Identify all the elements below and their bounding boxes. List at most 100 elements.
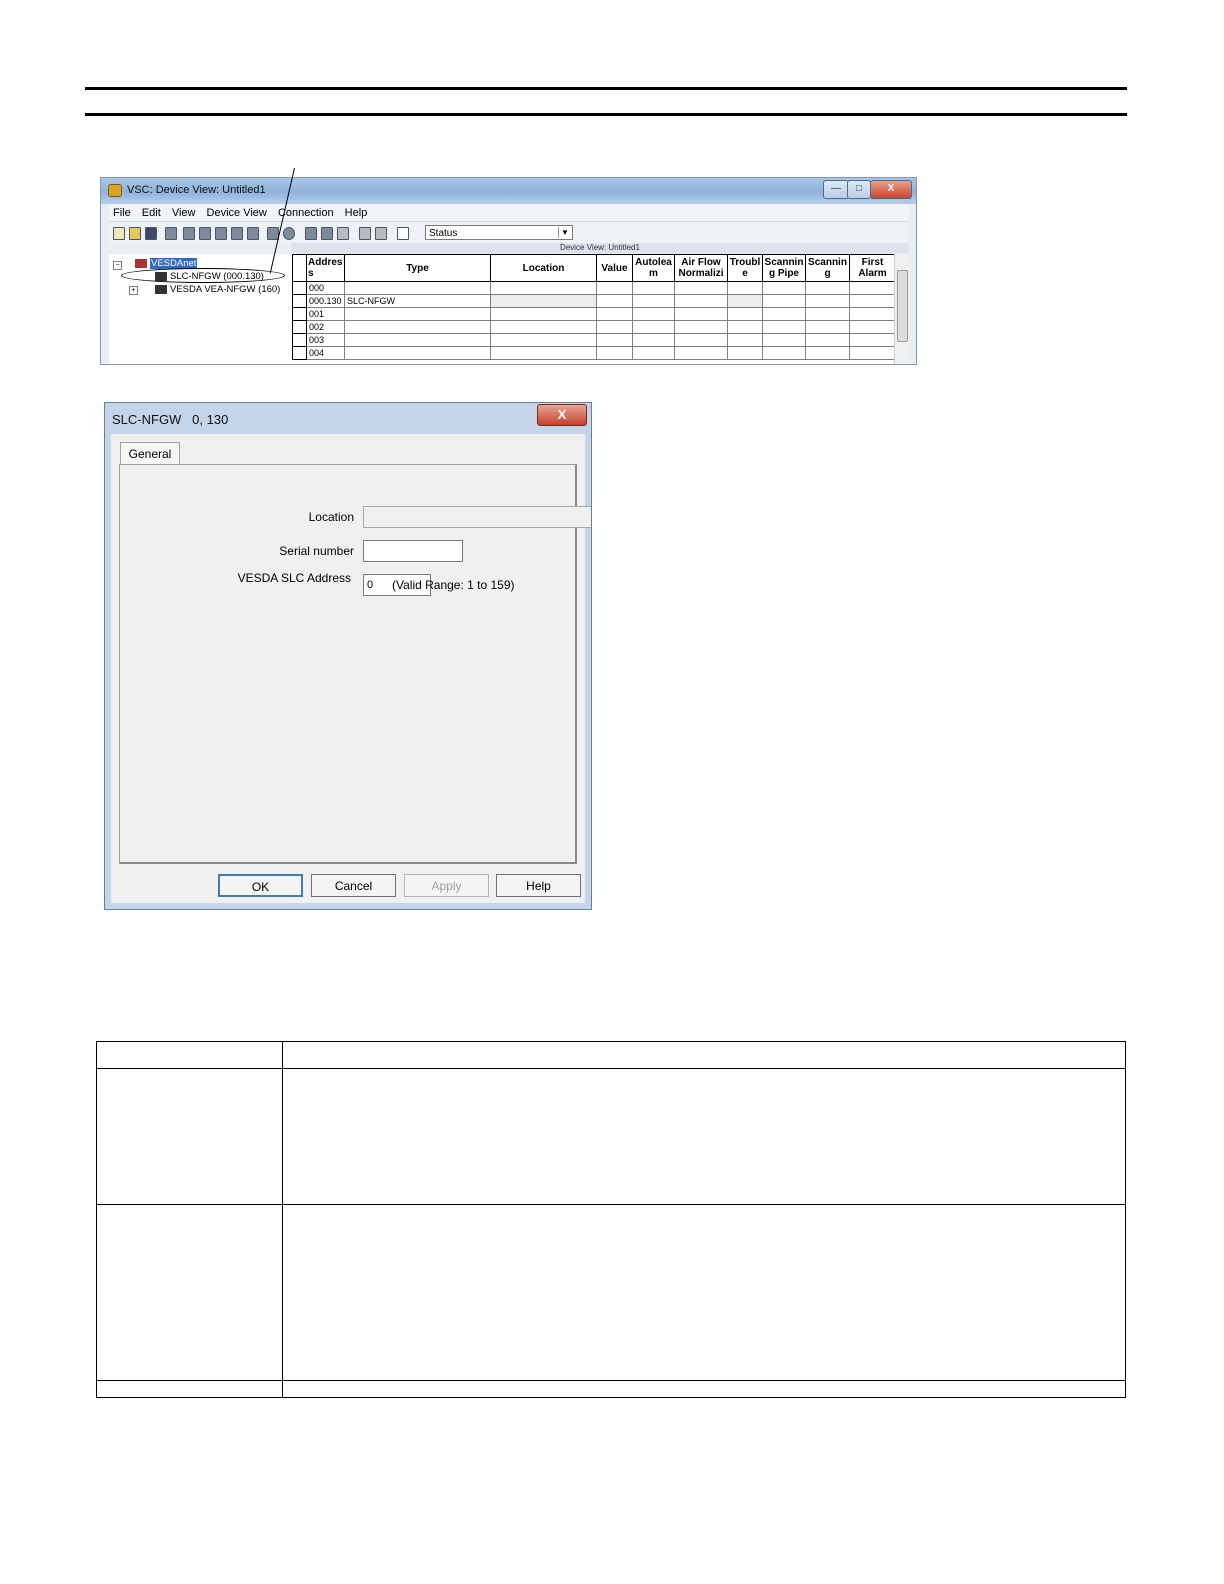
collapse-icon[interactable]: −: [113, 261, 122, 270]
help-button[interactable]: Help: [496, 874, 581, 897]
table-cell[interactable]: [490, 294, 597, 308]
maximize-button[interactable]: □: [847, 180, 871, 199]
column-header[interactable]: Location: [490, 254, 597, 282]
table-cell[interactable]: [490, 346, 597, 360]
table-cell[interactable]: [632, 294, 675, 308]
table-cell[interactable]: [674, 333, 728, 347]
table-row[interactable]: 004: [292, 346, 896, 360]
refresh-icon[interactable]: [283, 227, 295, 240]
table-cell[interactable]: [762, 294, 806, 308]
table-cell[interactable]: [805, 346, 850, 360]
table-cell[interactable]: [849, 333, 896, 347]
table-cell[interactable]: [632, 333, 675, 347]
table-cell[interactable]: 001: [306, 307, 345, 321]
row-header[interactable]: [292, 281, 307, 295]
table-cell[interactable]: [762, 333, 806, 347]
row-header[interactable]: [292, 294, 307, 308]
table-cell[interactable]: [849, 307, 896, 321]
tree-item-vea-nfgw[interactable]: VESDA VEA-NFGW (160): [155, 284, 280, 295]
table-cell[interactable]: [344, 320, 491, 334]
table-cell[interactable]: [632, 320, 675, 334]
column-header[interactable]: Type: [344, 254, 491, 282]
column-header[interactable]: Value: [596, 254, 633, 282]
table-cell[interactable]: [596, 320, 633, 334]
table-cell[interactable]: [344, 333, 491, 347]
table-cell[interactable]: [762, 346, 806, 360]
row-header[interactable]: [292, 320, 307, 334]
table-cell[interactable]: [596, 281, 633, 295]
table-row[interactable]: 001: [292, 307, 896, 321]
tile-view-icon[interactable]: [231, 227, 243, 240]
users-icon[interactable]: [375, 227, 387, 240]
grid-scrollbar[interactable]: [894, 254, 909, 364]
table-cell[interactable]: [805, 294, 850, 308]
column-header[interactable]: Autolea m: [632, 254, 675, 282]
table-cell[interactable]: [344, 346, 491, 360]
details-view-icon[interactable]: [215, 227, 227, 240]
column-header[interactable]: Troubl e: [727, 254, 763, 282]
table-cell[interactable]: [344, 307, 491, 321]
table-cell[interactable]: [727, 307, 763, 321]
table-cell[interactable]: [674, 294, 728, 308]
table-cell[interactable]: [596, 294, 633, 308]
column-header[interactable]: Scannin g: [805, 254, 850, 282]
table-cell[interactable]: [849, 320, 896, 334]
user-icon[interactable]: [359, 227, 371, 240]
dialog-close-button[interactable]: X: [537, 404, 587, 426]
table-row[interactable]: 003: [292, 333, 896, 347]
table-cell[interactable]: [344, 281, 491, 295]
table-cell[interactable]: [490, 333, 597, 347]
table-cell[interactable]: 002: [306, 320, 345, 334]
table-row[interactable]: 002: [292, 320, 896, 334]
menu-device-view[interactable]: Device View: [203, 205, 271, 221]
serial-number-field[interactable]: [363, 540, 463, 562]
row-header[interactable]: [292, 333, 307, 347]
table-cell[interactable]: 000.130: [306, 294, 345, 308]
table-cell[interactable]: [805, 333, 850, 347]
table-cell[interactable]: [490, 281, 597, 295]
help-icon[interactable]: [397, 227, 409, 240]
cancel-button[interactable]: Cancel: [311, 874, 396, 897]
copy-icon[interactable]: [165, 227, 177, 240]
menu-view[interactable]: View: [168, 205, 200, 221]
table-cell[interactable]: 004: [306, 346, 345, 360]
column-header[interactable]: Air Flow Normalizi: [674, 254, 728, 282]
list-view-icon[interactable]: [199, 227, 211, 240]
column-header[interactable]: Addres s: [306, 254, 345, 282]
scroll-thumb[interactable]: [897, 270, 908, 342]
table-cell[interactable]: [762, 307, 806, 321]
expand-icon[interactable]: +: [129, 286, 138, 295]
table-cell[interactable]: [727, 281, 763, 295]
row-header[interactable]: [292, 346, 307, 360]
minimize-button[interactable]: —: [823, 180, 849, 199]
table-cell[interactable]: [762, 281, 806, 295]
table-cell[interactable]: [849, 281, 896, 295]
menu-edit[interactable]: Edit: [138, 205, 165, 221]
table-cell[interactable]: [596, 307, 633, 321]
grid-view-icon[interactable]: [183, 227, 195, 240]
table-cell[interactable]: [674, 281, 728, 295]
table-cell[interactable]: [849, 294, 896, 308]
table-cell[interactable]: [674, 346, 728, 360]
table-cell[interactable]: [490, 307, 597, 321]
table-cell[interactable]: [727, 294, 763, 308]
link-icon[interactable]: [337, 227, 349, 240]
table-cell[interactable]: [805, 281, 850, 295]
table-cell[interactable]: [727, 320, 763, 334]
table-cell[interactable]: [674, 307, 728, 321]
table-cell[interactable]: SLC-NFGW: [344, 294, 491, 308]
table-cell[interactable]: 003: [306, 333, 345, 347]
table-cell[interactable]: [849, 346, 896, 360]
table-cell[interactable]: [632, 307, 675, 321]
table-row[interactable]: 000: [292, 281, 896, 295]
ok-button[interactable]: OK: [218, 874, 303, 897]
table-cell[interactable]: [596, 333, 633, 347]
disconnect-icon[interactable]: [321, 227, 333, 240]
table-cell[interactable]: [632, 346, 675, 360]
table-row[interactable]: 000.130 SLC-NFGW: [292, 294, 896, 308]
table-cell[interactable]: [805, 320, 850, 334]
table-cell[interactable]: [762, 320, 806, 334]
view-mode-select[interactable]: Status ▼: [425, 225, 573, 240]
chevron-down-icon[interactable]: ▼: [558, 227, 571, 238]
close-button[interactable]: X: [870, 180, 912, 199]
